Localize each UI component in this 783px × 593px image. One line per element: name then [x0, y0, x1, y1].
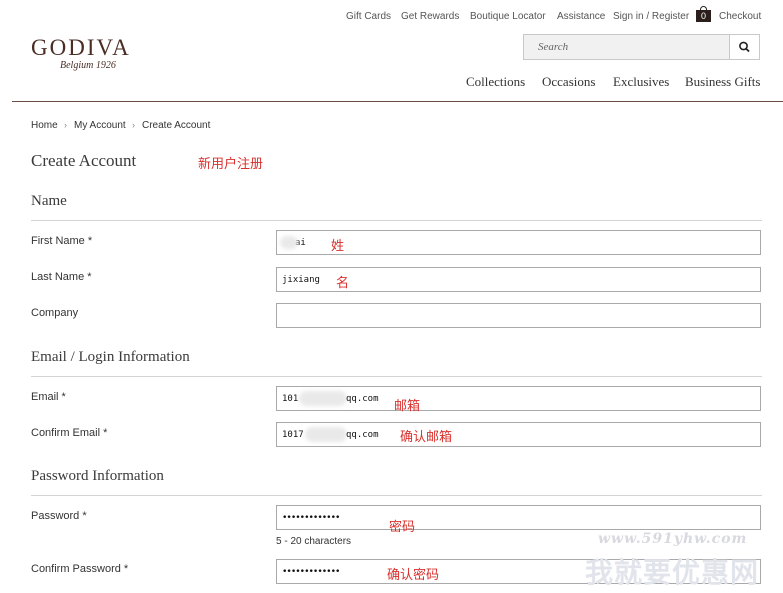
- breadcrumb-my-account[interactable]: My Account: [74, 120, 126, 131]
- redaction-mask: [280, 236, 298, 249]
- util-get-rewards[interactable]: Get Rewards: [401, 11, 459, 22]
- nav-business-gifts[interactable]: Business Gifts: [685, 74, 760, 90]
- checkout-link[interactable]: Checkout: [719, 11, 761, 22]
- company-label: Company: [31, 307, 79, 319]
- section-name-heading: Name: [31, 193, 67, 209]
- godiva-logo[interactable]: GODIVA: [31, 35, 131, 61]
- nav-exclusives[interactable]: Exclusives: [613, 74, 669, 90]
- first-name-field[interactable]: [276, 230, 761, 255]
- annotation-first-name: 姓: [331, 238, 345, 253]
- annotation-email: 邮箱: [394, 398, 421, 413]
- watermark-url: www.591yhw.com: [598, 531, 748, 547]
- confirm-email-label: Confirm Email *: [31, 427, 108, 439]
- redaction-mask: [299, 391, 347, 406]
- util-sign-in[interactable]: Sign in / Register: [613, 11, 689, 22]
- section-password-heading: Password Information: [31, 468, 164, 484]
- breadcrumb-current: Create Account: [142, 120, 211, 131]
- section-divider: [31, 495, 762, 496]
- logo-tagline: Belgium 1926: [60, 60, 116, 71]
- password-label: Password *: [31, 510, 87, 522]
- header-divider: [12, 101, 783, 102]
- search-button[interactable]: [729, 35, 759, 59]
- confirm-email-field[interactable]: 1017 qq.com: [276, 422, 761, 447]
- breadcrumb-separator-icon: ›: [64, 120, 67, 130]
- search-box: [523, 34, 760, 60]
- util-gift-cards[interactable]: Gift Cards: [346, 11, 391, 22]
- nav-occasions[interactable]: Occasions: [542, 74, 595, 90]
- cart-count: 0: [696, 10, 711, 22]
- page-title: Create Account: [31, 151, 137, 170]
- email-label: Email *: [31, 391, 66, 403]
- annotation-confirm-password: 确认密码: [387, 567, 440, 582]
- redaction-mask: [305, 427, 347, 442]
- nav-collections[interactable]: Collections: [466, 74, 525, 90]
- annotation-confirm-email: 确认邮箱: [400, 429, 453, 444]
- search-icon: [739, 41, 750, 53]
- first-name-label: First Name *: [31, 235, 93, 247]
- search-input[interactable]: [524, 35, 731, 59]
- shopping-bag-icon[interactable]: 0: [696, 6, 711, 22]
- section-email-heading: Email / Login Information: [31, 349, 190, 365]
- breadcrumb-separator-icon: ›: [132, 120, 135, 130]
- annotation-title: 新用户注册: [198, 156, 264, 171]
- watermark-text: 我就要优惠网: [585, 556, 760, 589]
- password-hint: 5 - 20 characters: [276, 536, 352, 547]
- last-name-label: Last Name *: [31, 271, 92, 283]
- password-field[interactable]: [276, 505, 761, 530]
- section-divider: [31, 376, 762, 377]
- annotation-last-name: 名: [336, 275, 350, 290]
- breadcrumb-home[interactable]: Home: [31, 120, 58, 131]
- company-field[interactable]: [276, 303, 761, 328]
- annotation-password: 密码: [389, 519, 416, 534]
- confirm-password-label: Confirm Password *: [31, 563, 129, 575]
- util-boutique-locator[interactable]: Boutique Locator: [470, 11, 546, 22]
- section-divider: [31, 220, 762, 221]
- util-assistance[interactable]: Assistance: [557, 11, 605, 22]
- email-field[interactable]: 101 qq.com: [276, 386, 761, 411]
